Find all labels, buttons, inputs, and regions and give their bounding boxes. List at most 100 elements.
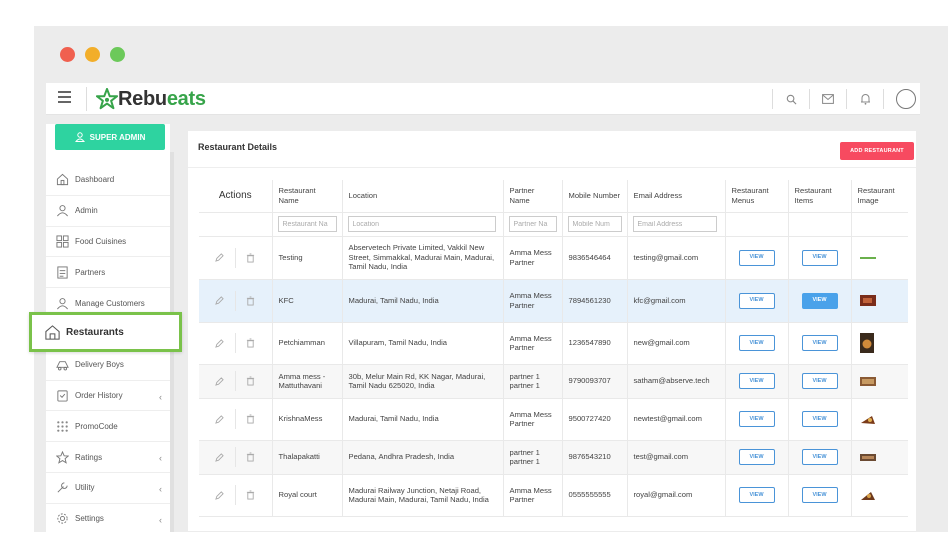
- cell-location: 30b, Melur Main Rd, KK Nagar, Madurai, T…: [342, 364, 504, 399]
- trash-icon[interactable]: [236, 490, 266, 500]
- tools-icon: [57, 482, 68, 493]
- view-menus-button[interactable]: VIEW: [738, 411, 775, 427]
- restaurant-image[interactable]: [860, 414, 876, 425]
- sidebar-item-restaurants[interactable]: Restaurants: [29, 312, 182, 352]
- cell-mobile: 9500727420: [562, 398, 628, 441]
- table-row[interactable]: Royal court Madurai Railway Junction, Ne…: [199, 474, 908, 517]
- search-icon[interactable]: [773, 94, 809, 105]
- edit-icon[interactable]: [205, 490, 235, 500]
- restaurant-image[interactable]: [859, 295, 876, 306]
- view-menus-button[interactable]: VIEW: [738, 249, 775, 266]
- maximize-dot[interactable]: [110, 47, 125, 62]
- view-items-button[interactable]: VIEW: [801, 373, 838, 389]
- chevron-left-icon: ‹: [159, 453, 162, 464]
- sidebar-item-ratings[interactable]: Ratings ‹: [46, 442, 170, 473]
- cell-partner: partner 1 partner 1: [503, 364, 563, 399]
- view-menus-button[interactable]: VIEW: [738, 335, 775, 351]
- table-row[interactable]: KrishnaMess Madurai, Tamil Nadu, India A…: [199, 398, 908, 441]
- table-row[interactable]: KFC Madurai, Tamil Nadu, India Amma Mess…: [199, 279, 908, 323]
- sidebar-item-admin[interactable]: Admin: [46, 196, 170, 227]
- view-items-button[interactable]: VIEW: [801, 292, 838, 309]
- trash-icon[interactable]: [236, 452, 266, 462]
- sidebar-item-label: Manage Customers: [75, 298, 145, 308]
- chevron-left-icon: ‹: [159, 391, 162, 402]
- header-email-address[interactable]: Email Address: [627, 180, 726, 213]
- filter-email-address[interactable]: [632, 216, 717, 232]
- house-icon: [45, 324, 60, 340]
- view-items-button[interactable]: VIEW: [801, 449, 838, 465]
- close-dot[interactable]: [60, 47, 75, 62]
- header-restaurant-name[interactable]: Restaurant Name: [272, 180, 343, 213]
- trash-icon[interactable]: [236, 253, 266, 263]
- menu-icon[interactable]: [58, 91, 71, 103]
- sidebar-item-label: PromoCode: [75, 421, 118, 431]
- minimize-dot[interactable]: [85, 47, 100, 62]
- restaurant-image[interactable]: [860, 490, 876, 501]
- table-row[interactable]: Testing Abservetech Private Limited, Vak…: [199, 236, 908, 280]
- sidebar-item-delivery-boys[interactable]: Delivery Boys: [46, 350, 170, 381]
- view-items-button[interactable]: VIEW: [801, 411, 838, 427]
- edit-icon[interactable]: [205, 376, 235, 386]
- sidebar-item-partners[interactable]: Partners: [46, 257, 170, 289]
- filter-mobile-number[interactable]: [567, 216, 622, 232]
- filter-location[interactable]: [347, 216, 496, 232]
- mail-icon[interactable]: [810, 94, 846, 104]
- super-admin-button[interactable]: SUPER ADMIN: [55, 124, 165, 150]
- sidebar-item-label: Delivery Boys: [75, 360, 124, 370]
- edit-icon[interactable]: [205, 414, 235, 424]
- view-menus-button[interactable]: VIEW: [738, 292, 775, 309]
- trash-icon[interactable]: [236, 296, 266, 306]
- cell-mobile: 9876543210: [562, 440, 628, 475]
- brand-logo: Rebueats: [96, 86, 206, 112]
- cell-location: Madurai, Tamil Nadu, India: [342, 279, 504, 323]
- view-menus-button[interactable]: VIEW: [738, 487, 775, 503]
- sidebar-item-dashboard[interactable]: Dashboard: [46, 165, 170, 196]
- trash-icon[interactable]: [236, 376, 266, 386]
- sidebar-item-order-history[interactable]: Order History ‹: [46, 381, 170, 412]
- sidebar-item-food-cuisines[interactable]: Food Cuisines: [46, 227, 170, 258]
- edit-icon[interactable]: [205, 296, 235, 305]
- sidebar-item-label: Partners: [75, 267, 106, 277]
- trash-icon[interactable]: [236, 414, 266, 424]
- main-content: Restaurant Details ADD RESTAURANT Action…: [188, 131, 916, 531]
- filter-partner-name[interactable]: [508, 216, 557, 232]
- top-bar: Rebueats: [46, 83, 920, 115]
- cell-name: KrishnaMess: [272, 398, 343, 441]
- restaurant-image[interactable]: [859, 376, 876, 386]
- filter-restaurant-name[interactable]: [277, 216, 337, 232]
- restaurant-table: Actions Restaurant Name Location Partner…: [199, 180, 908, 517]
- table-row[interactable]: Petchiamman Villapuram, Tamil Nadu, Indi…: [199, 322, 908, 365]
- add-restaurant-button[interactable]: ADD RESTAURANT: [840, 142, 914, 160]
- sidebar-item-settings[interactable]: Settings ‹: [46, 504, 170, 532]
- sidebar-item-label: Dashboard: [75, 175, 115, 185]
- sidebar-item-label: Order History: [75, 390, 123, 400]
- trash-icon[interactable]: [236, 338, 266, 348]
- edit-icon[interactable]: [205, 338, 235, 348]
- sidebar-item-utility[interactable]: Utility ‹: [46, 473, 170, 504]
- restaurant-image[interactable]: [859, 333, 874, 353]
- table-row[interactable]: Amma mess - Mattuthavani 30b, Melur Main…: [199, 364, 908, 399]
- header-mobile-number[interactable]: Mobile Number: [562, 180, 628, 213]
- header-location[interactable]: Location: [342, 180, 504, 213]
- page-title: Restaurant Details: [198, 142, 278, 152]
- edit-icon[interactable]: [205, 253, 235, 262]
- sidebar-item-label: Restaurants: [66, 326, 124, 338]
- restaurant-image[interactable]: [859, 453, 876, 461]
- view-items-button[interactable]: VIEW: [801, 335, 838, 351]
- sidebar-item-promocode[interactable]: PromoCode: [46, 411, 170, 443]
- table-row[interactable]: Thalapakatti Pedana, Andhra Pradesh, Ind…: [199, 440, 908, 475]
- view-items-button[interactable]: VIEW: [801, 487, 838, 503]
- view-menus-button[interactable]: VIEW: [738, 449, 775, 465]
- edit-icon[interactable]: [205, 452, 235, 462]
- document-icon: [57, 266, 68, 279]
- cell-email: test@gmail.com: [627, 440, 726, 475]
- cell-partner: Amma Mess Partner: [503, 474, 563, 517]
- view-menus-button[interactable]: VIEW: [738, 373, 775, 389]
- restaurant-image[interactable]: [859, 256, 876, 260]
- view-items-button[interactable]: VIEW: [801, 249, 838, 266]
- chevron-left-icon: ‹: [159, 483, 162, 494]
- clipboard-icon: [57, 390, 68, 402]
- bell-icon[interactable]: [847, 93, 883, 105]
- header-partner-name[interactable]: Partner Name: [503, 180, 563, 213]
- avatar[interactable]: [896, 89, 916, 109]
